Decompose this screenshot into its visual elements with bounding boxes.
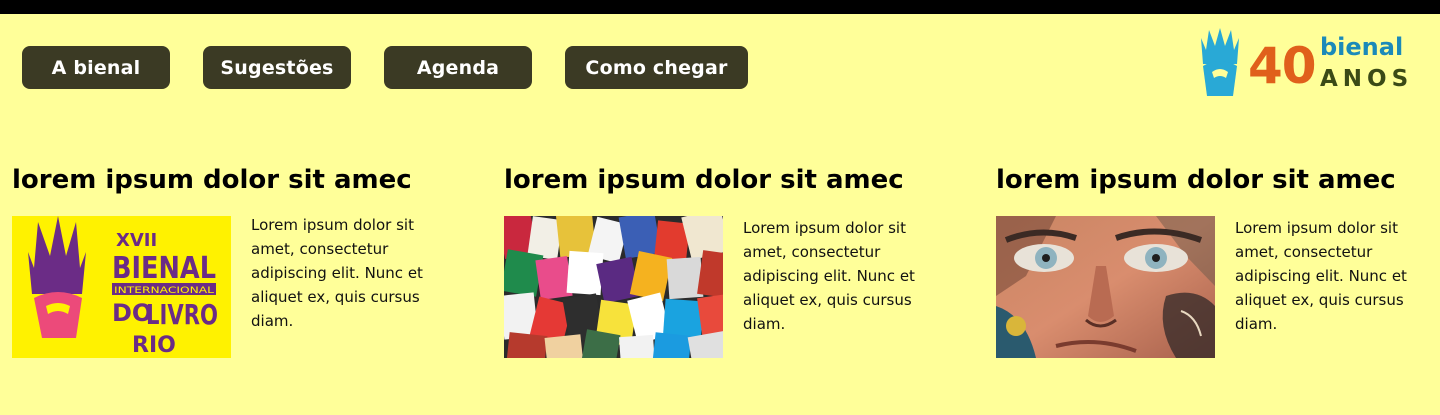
card-body-text: Lorem ipsum dolor sit amet, consectetur …	[743, 219, 915, 333]
card-image-bienal-poster[interactable]: XVII BIENAL INTERNACIONAL DO LIVRO RIO	[12, 216, 231, 358]
card-body-text: Lorem ipsum dolor sit amet, consectetur …	[1235, 219, 1407, 333]
top-bar	[0, 0, 1440, 14]
news-card[interactable]: lorem ipsum dolor sit amec XVII BIENAL I…	[12, 160, 452, 370]
card-image-face-mural-photo[interactable]	[996, 216, 1215, 358]
poster-line-1: XVII	[116, 230, 157, 251]
card-title[interactable]: lorem ipsum dolor sit amec	[996, 160, 1396, 200]
card-title[interactable]: lorem ipsum dolor sit amec	[12, 160, 412, 200]
books-photo-image	[504, 216, 723, 358]
nav-button-agenda[interactable]: Agenda	[384, 46, 532, 89]
news-card[interactable]: lorem ipsum dolor sit amec Lorem ipsum d…	[504, 160, 944, 370]
nav-button-sugestoes[interactable]: Sugestões	[203, 46, 351, 89]
logo-subword: ANOS	[1320, 66, 1414, 92]
bienal-40-anos-logo[interactable]: 40 bienal ANOS	[1197, 26, 1412, 102]
bienal-poster-image: XVII BIENAL INTERNACIONAL DO LIVRO RIO	[12, 216, 231, 358]
nav-button-a-bienal[interactable]: A bienal	[22, 46, 170, 89]
poster-line-6: RIO	[132, 333, 176, 358]
poster-line-3: INTERNACIONAL	[114, 286, 214, 296]
card-image-books-photo[interactable]	[504, 216, 723, 358]
card-body-text: Lorem ipsum dolor sit amet, consectetur …	[251, 216, 423, 330]
face-mural-image	[996, 216, 1215, 358]
nav-button-como-chegar[interactable]: Como chegar	[565, 46, 748, 89]
logo-word: bienal	[1320, 33, 1404, 61]
poster-line-2: BIENAL	[112, 251, 216, 286]
bienal-crown-book-icon	[1201, 28, 1239, 96]
card-title[interactable]: lorem ipsum dolor sit amec	[504, 160, 904, 200]
logo-number: 40	[1248, 37, 1317, 95]
poster-line-5: LIVRO	[146, 298, 218, 331]
news-card[interactable]: lorem ipsum dolor sit amec Lorem ipsum d…	[996, 160, 1436, 370]
